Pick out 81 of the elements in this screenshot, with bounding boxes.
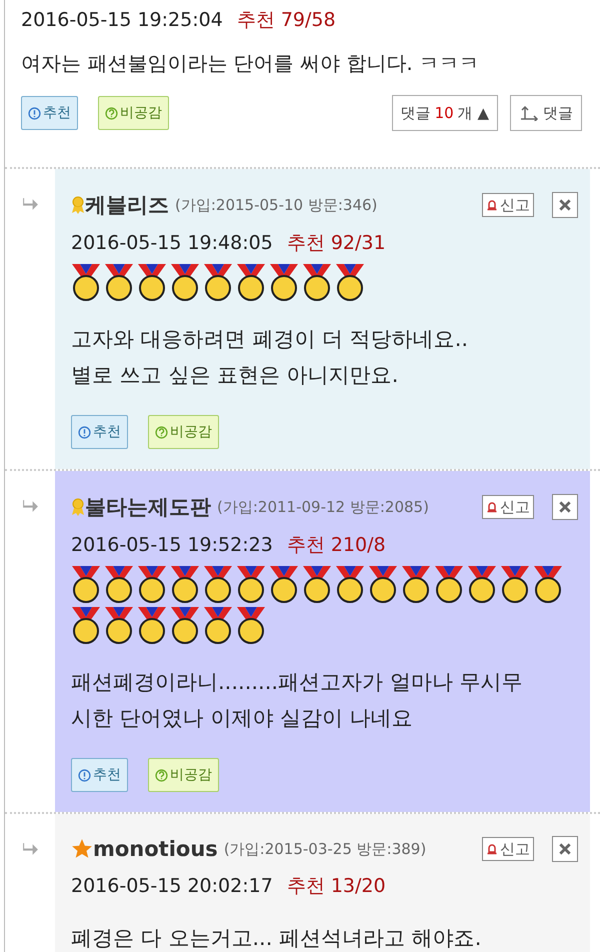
medal-icon <box>533 565 563 603</box>
star-icon <box>71 838 93 860</box>
user-meta: (가입:2011-09-12 방문:2085) <box>217 498 429 516</box>
medal-icon <box>71 263 101 301</box>
medal-icon <box>302 263 332 301</box>
medal-icon <box>170 606 200 644</box>
disagree-button[interactable]: 비공감 <box>98 96 169 130</box>
recommend-count: 추천 210/8 <box>286 533 386 558</box>
medal-icon <box>500 565 530 603</box>
user-name[interactable]: 케블리즈 <box>85 191 169 219</box>
medal-icon <box>236 565 266 603</box>
recommend-button[interactable]: 추천 <box>71 415 128 449</box>
recommend-button[interactable]: 추천 <box>21 96 78 130</box>
medal-icon <box>335 565 365 603</box>
user-name[interactable]: monotious <box>93 837 218 861</box>
reply-arrow-icon <box>22 499 38 514</box>
medal-icon <box>434 565 464 603</box>
medal-icon <box>203 565 233 603</box>
report-button[interactable]: 신고 <box>482 193 534 217</box>
close-button[interactable] <box>552 192 578 218</box>
comment-date: 2016-05-15 19:52:23 <box>71 533 273 558</box>
medal-icon <box>170 565 200 603</box>
user-name[interactable]: 불타는제도판 <box>85 493 211 521</box>
user-meta: (가입:2015-03-25 방문:389) <box>224 840 426 858</box>
reply-arrow-icon <box>519 105 539 121</box>
medal-icon <box>104 606 134 644</box>
comment-text: 폐경은 다 오는거고... 페션석녀라고 해야죠. <box>71 925 482 952</box>
medal-icon <box>467 565 497 603</box>
comment-text: 패션폐경이라니.........패션고자가 얼마나 무시무 시한 단어였나 이제야 실감이 나네요 <box>71 669 524 732</box>
report-button[interactable]: 신고 <box>482 837 534 861</box>
medal-icon <box>236 606 266 644</box>
recommend-count: 추천 13/20 <box>286 874 386 899</box>
close-icon <box>558 842 572 856</box>
disagree-button[interactable]: 비공감 <box>148 415 219 449</box>
recommend-count: 추천 79/58 <box>236 8 336 33</box>
medal-icon <box>170 263 200 301</box>
medal-icon <box>269 263 299 301</box>
question-icon <box>155 768 168 782</box>
medal-icon <box>203 263 233 301</box>
close-icon <box>558 500 572 514</box>
exclamation-icon <box>28 106 41 120</box>
medal-icon <box>137 263 167 301</box>
close-button[interactable] <box>552 494 578 520</box>
post-date: 2016-05-15 19:25:04 <box>21 8 223 33</box>
reply-arrow-icon <box>22 197 38 212</box>
medal-icon <box>71 606 101 644</box>
post-text: 여자는 패션불임이라는 단어를 써야 합니다. ㅋㅋㅋ <box>21 50 480 77</box>
medal-icon <box>302 565 332 603</box>
question-icon <box>105 106 118 120</box>
medal-icon <box>335 263 365 301</box>
report-button[interactable]: 신고 <box>482 495 534 519</box>
recommend-button[interactable]: 추천 <box>71 758 128 792</box>
close-button[interactable] <box>552 836 578 862</box>
medal-icon <box>269 565 299 603</box>
exclamation-icon <box>78 426 91 438</box>
siren-icon <box>486 199 498 211</box>
siren-icon <box>486 843 498 855</box>
comment-date: 2016-05-15 19:48:05 <box>71 231 273 256</box>
recommend-count: 추천 92/31 <box>286 231 386 256</box>
exclamation-icon <box>78 768 91 782</box>
medal-icon <box>137 565 167 603</box>
user-meta: (가입:2015-05-10 방문:346) <box>175 196 378 214</box>
comment-toggle-button[interactable]: 댓글 10 개 ▲ <box>392 95 498 131</box>
close-icon <box>558 198 572 212</box>
ribbon-badge-icon <box>71 195 85 215</box>
question-icon <box>155 426 168 438</box>
comment-date: 2016-05-15 20:02:17 <box>71 874 273 899</box>
disagree-button[interactable]: 비공감 <box>148 758 219 792</box>
medal-icon <box>401 565 431 603</box>
medal-icon <box>236 263 266 301</box>
comment-text: 고자와 대응하려면 폐경이 더 적당하네요.. 별로 쓰고 싶은 표현은 아니지만요. <box>71 326 470 389</box>
ribbon-badge-icon <box>71 497 85 517</box>
medal-icon <box>71 565 101 603</box>
medal-icon <box>137 606 167 644</box>
reply-arrow-icon <box>22 842 38 857</box>
medal-icon <box>203 606 233 644</box>
siren-icon <box>486 501 498 513</box>
medal-icon <box>368 565 398 603</box>
medal-icon <box>104 263 134 301</box>
reply-button[interactable]: 댓글 <box>510 95 582 131</box>
medal-icon <box>104 565 134 603</box>
